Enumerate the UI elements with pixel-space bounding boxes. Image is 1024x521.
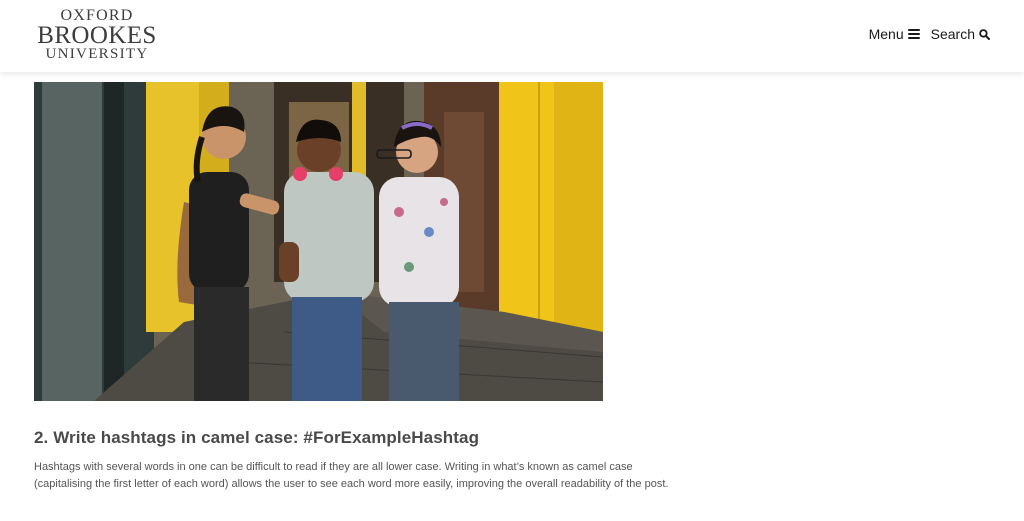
hamburger-icon (907, 29, 920, 39)
search-label: Search (930, 26, 975, 42)
section-heading: 2. Write hashtags in camel case: #ForExa… (34, 428, 480, 447)
search-icon (979, 28, 990, 40)
logo-line-brookes: BROOKES (37, 22, 157, 49)
article-section: 2. Write hashtags in camel case: #ForExa… (34, 428, 674, 493)
site-header: OXFORD BROOKES UNIVERSITY Menu Search (0, 0, 1024, 72)
photo-illustration (34, 82, 603, 401)
menu-button[interactable]: Menu (869, 26, 920, 42)
logo-line-university: UNIVERSITY (45, 46, 149, 62)
university-logo[interactable]: OXFORD BROOKES UNIVERSITY (34, 6, 160, 62)
search-button[interactable]: Search (931, 26, 990, 42)
section-paragraph: Hashtags with several words in one can b… (34, 461, 669, 490)
hero-photo-students-in-corridor (34, 82, 603, 401)
menu-label: Menu (868, 26, 904, 42)
header-nav: Menu Search (869, 26, 990, 42)
